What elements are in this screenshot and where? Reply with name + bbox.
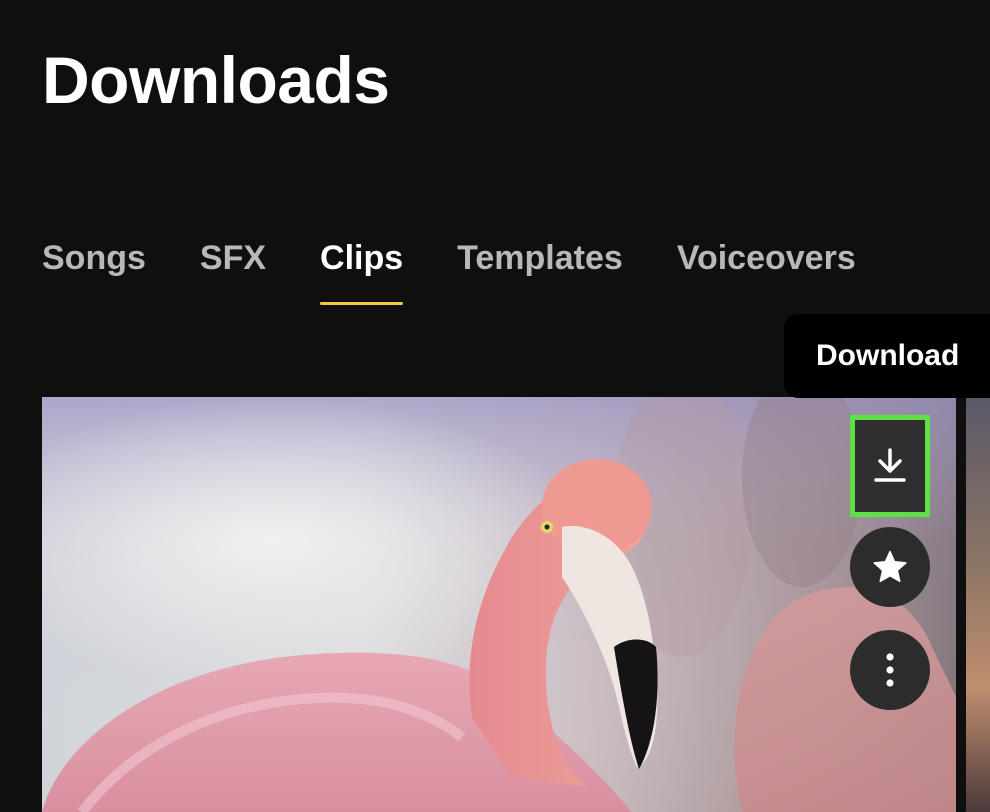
tab-songs[interactable]: Songs [42, 236, 146, 308]
next-clip-card[interactable] [966, 397, 990, 812]
tab-voiceovers[interactable]: Voiceovers [677, 236, 856, 308]
tab-templates[interactable]: Templates [457, 236, 623, 308]
tooltip-text: Download [816, 339, 960, 372]
tab-clips[interactable]: Clips [320, 236, 404, 308]
page-title: Downloads [42, 43, 390, 117]
downloads-page: Downloads Songs SFX Clips Templates Voic… [0, 0, 990, 812]
more-options-button[interactable] [850, 630, 930, 710]
more-vertical-icon [885, 653, 895, 687]
clip-thumbnail [42, 397, 956, 812]
category-tabs: Songs SFX Clips Templates Voiceovers [42, 236, 910, 308]
download-tooltip: Download [784, 314, 990, 398]
tab-sfx[interactable]: SFX [200, 236, 266, 308]
star-icon [872, 550, 908, 584]
download-icon [873, 448, 907, 484]
download-button[interactable] [850, 415, 930, 517]
clip-card[interactable] [42, 397, 956, 812]
favorite-button[interactable] [850, 527, 930, 607]
